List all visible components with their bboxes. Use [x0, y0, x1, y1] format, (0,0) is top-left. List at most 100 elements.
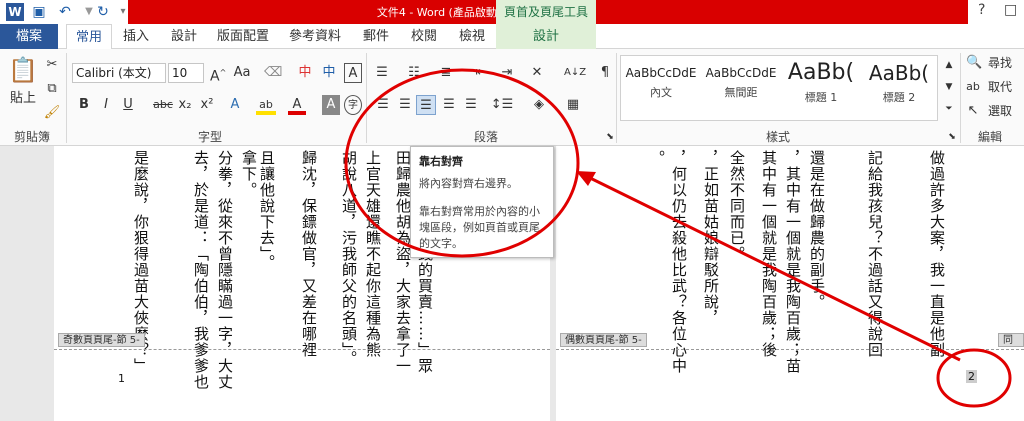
styles-dialog-launcher-icon[interactable]: ⬊	[946, 127, 958, 147]
tab-insert[interactable]: 插入	[114, 24, 158, 49]
align-left-icon[interactable]: ☰	[374, 95, 392, 115]
change-case-button[interactable]: Aa	[230, 63, 254, 83]
paste-icon[interactable]: 📋	[8, 55, 38, 85]
save-icon[interactable]: ▣	[30, 3, 48, 21]
style-no-spacing[interactable]: AaBbCcDdE 無間距	[701, 56, 781, 120]
text-column: 歸沈，保鏢做官，又差在哪裡	[300, 150, 318, 358]
text-column: 還是在做歸農的副手。	[808, 150, 826, 310]
tab-view[interactable]: 檢視	[450, 24, 494, 49]
paragraph-group-label: 段落	[473, 130, 498, 144]
find-icon[interactable]: 🔍	[966, 53, 982, 73]
tab-references[interactable]: 參考資料	[282, 24, 348, 49]
redo-icon[interactable]: ↻	[94, 3, 112, 21]
distributed-icon[interactable]: ☰	[462, 95, 480, 115]
ribbon: 📋 貼上 ✂ ⧉ 🖌 剪貼簿 Calibri (本文) 10 A^ Aa ⌫ 中…	[0, 49, 1024, 146]
paste-button-label[interactable]: 貼上	[6, 89, 40, 109]
strikethrough-button[interactable]: abc	[150, 95, 176, 115]
styles-gallery: AaBbCcDdE 內文 AaBbCcDdE 無間距 AaBb( 標題 1 Aa…	[620, 55, 938, 121]
bullets-icon[interactable]: ☰	[372, 63, 392, 83]
help-icon[interactable]: ?	[978, 2, 985, 18]
ribbon-display-icon[interactable]: □	[1004, 2, 1017, 18]
odd-footer-tag: 奇數頁頁尾-節 5-	[58, 333, 145, 347]
character-border-button[interactable]: A	[344, 63, 362, 83]
replace-icon[interactable]: ab	[966, 77, 980, 97]
page-number-2[interactable]: 2	[966, 370, 977, 383]
group-divider	[66, 53, 67, 143]
multilevel-list-icon[interactable]: ≣	[436, 63, 456, 83]
cut-icon[interactable]: ✂	[42, 55, 62, 75]
show-marks-icon[interactable]: ¶	[596, 63, 614, 83]
tab-layout[interactable]: 版面配置	[210, 24, 276, 49]
tab-review[interactable]: 校閱	[402, 24, 446, 49]
footer-boundary	[556, 349, 1024, 350]
italic-button[interactable]: I	[98, 95, 114, 115]
text-column: 做過許多大案，我一直是他副	[928, 150, 946, 358]
text-effects-icon[interactable]: A	[226, 95, 244, 115]
borders-icon[interactable]: ▦	[562, 95, 584, 115]
line-spacing-icon[interactable]: ↕☰	[490, 95, 514, 115]
style-normal[interactable]: AaBbCcDdE 內文	[621, 56, 701, 120]
same-as-previous-tag: 同前	[998, 333, 1024, 347]
styles-group-label: 樣式	[765, 130, 790, 144]
footer-boundary	[54, 349, 550, 350]
phonetic-guide-icon[interactable]: 中	[320, 63, 338, 83]
asian-layout-icon[interactable]: ✕	[526, 63, 548, 83]
styles-more-icon[interactable]: ⏷	[942, 99, 956, 119]
enclose-characters-button[interactable]: 字	[344, 95, 362, 115]
align-center-icon[interactable]: ☰	[396, 95, 414, 115]
tab-mailings[interactable]: 郵件	[354, 24, 398, 49]
highlight-button[interactable]: ab	[256, 95, 276, 115]
bold-button[interactable]: B	[76, 95, 92, 115]
select-button[interactable]: 選取	[988, 101, 1022, 121]
superscript-button[interactable]: x²	[198, 95, 216, 115]
grow-font-icon[interactable]: A^	[210, 63, 226, 85]
replace-button[interactable]: 取代	[988, 77, 1022, 97]
find-button[interactable]: 尋找	[988, 53, 1022, 73]
sort-button[interactable]: A↓Z	[564, 63, 586, 83]
increase-indent-icon[interactable]: ⇥	[498, 63, 516, 83]
tab-header-footer-design[interactable]: 設計	[496, 24, 596, 49]
editing-group-label: 編輯	[977, 130, 1002, 144]
paragraph-dialog-launcher-icon[interactable]: ⬊	[604, 127, 616, 147]
right-page[interactable]: 。 ，何以仍去殺他比武？各位心中 ，正如苗姑娘辯駁所說， 全然不同而已。 其中有…	[556, 146, 1024, 421]
clipboard-group-label: 剪貼簿	[13, 130, 50, 144]
format-painter-icon[interactable]: 🖌	[42, 103, 62, 123]
select-icon[interactable]: ↖	[966, 101, 980, 121]
font-size-combo[interactable]: 10	[168, 63, 204, 83]
copy-icon[interactable]: ⧉	[42, 79, 62, 99]
word-logo-icon[interactable]: W	[6, 3, 24, 21]
numbering-icon[interactable]: ☷	[404, 63, 424, 83]
clear-format-icon[interactable]: ⌫	[264, 63, 282, 83]
tab-design[interactable]: 設計	[162, 24, 206, 49]
phonetic-guide-button[interactable]: 中	[296, 63, 314, 83]
font-name-combo[interactable]: Calibri (本文)	[72, 63, 166, 83]
underline-button[interactable]: U	[120, 95, 136, 115]
subscript-button[interactable]: x₂	[176, 95, 194, 115]
character-shading-icon[interactable]: A	[322, 95, 340, 115]
undo-icon[interactable]: ↶	[56, 3, 74, 21]
style-heading-2[interactable]: AaBb( 標題 2	[861, 56, 937, 120]
tab-home[interactable]: 常用	[66, 24, 112, 50]
font-color-button[interactable]: A	[288, 95, 306, 115]
shading-icon[interactable]: ◈	[528, 95, 550, 115]
ribbon-tabs: 檔案 常用 插入 設計 版面配置 參考資料 郵件 校閱 檢視 設計	[0, 24, 1024, 50]
tooltip-line-2: 靠右對齊常用於內容的小塊區段，例如頁首或頁尾的文字。	[419, 205, 540, 250]
page-number-1[interactable]: 1	[118, 372, 125, 385]
text-column: 。	[648, 150, 666, 166]
text-column: 記給我孩兒？不過話又得說回	[866, 150, 884, 358]
text-column: 分拳，從來不曾隱瞞過一字，大丈	[216, 150, 234, 390]
group-divider	[960, 53, 961, 143]
align-right-icon[interactable]: ☰	[416, 95, 436, 115]
tooltip-line-1: 將內容對齊右邊界。	[419, 177, 518, 190]
styles-scroll-up-icon[interactable]: ▲	[942, 55, 956, 75]
text-column: 上官天雄還瞧不起你這種為熊	[364, 150, 382, 358]
decrease-indent-icon[interactable]: ⇤	[472, 63, 490, 83]
group-divider	[616, 53, 617, 143]
text-column: 拿下。	[240, 150, 258, 198]
styles-scroll-down-icon[interactable]: ▼	[942, 77, 956, 97]
justify-icon[interactable]: ☰	[440, 95, 458, 115]
text-column: 胡說八道，污我師父的名頭」。	[340, 150, 358, 367]
tab-file[interactable]: 檔案	[0, 24, 58, 49]
text-column: ，何以仍去殺他比武？各位心中	[670, 150, 688, 374]
style-heading-1[interactable]: AaBb( 標題 1	[781, 56, 861, 120]
